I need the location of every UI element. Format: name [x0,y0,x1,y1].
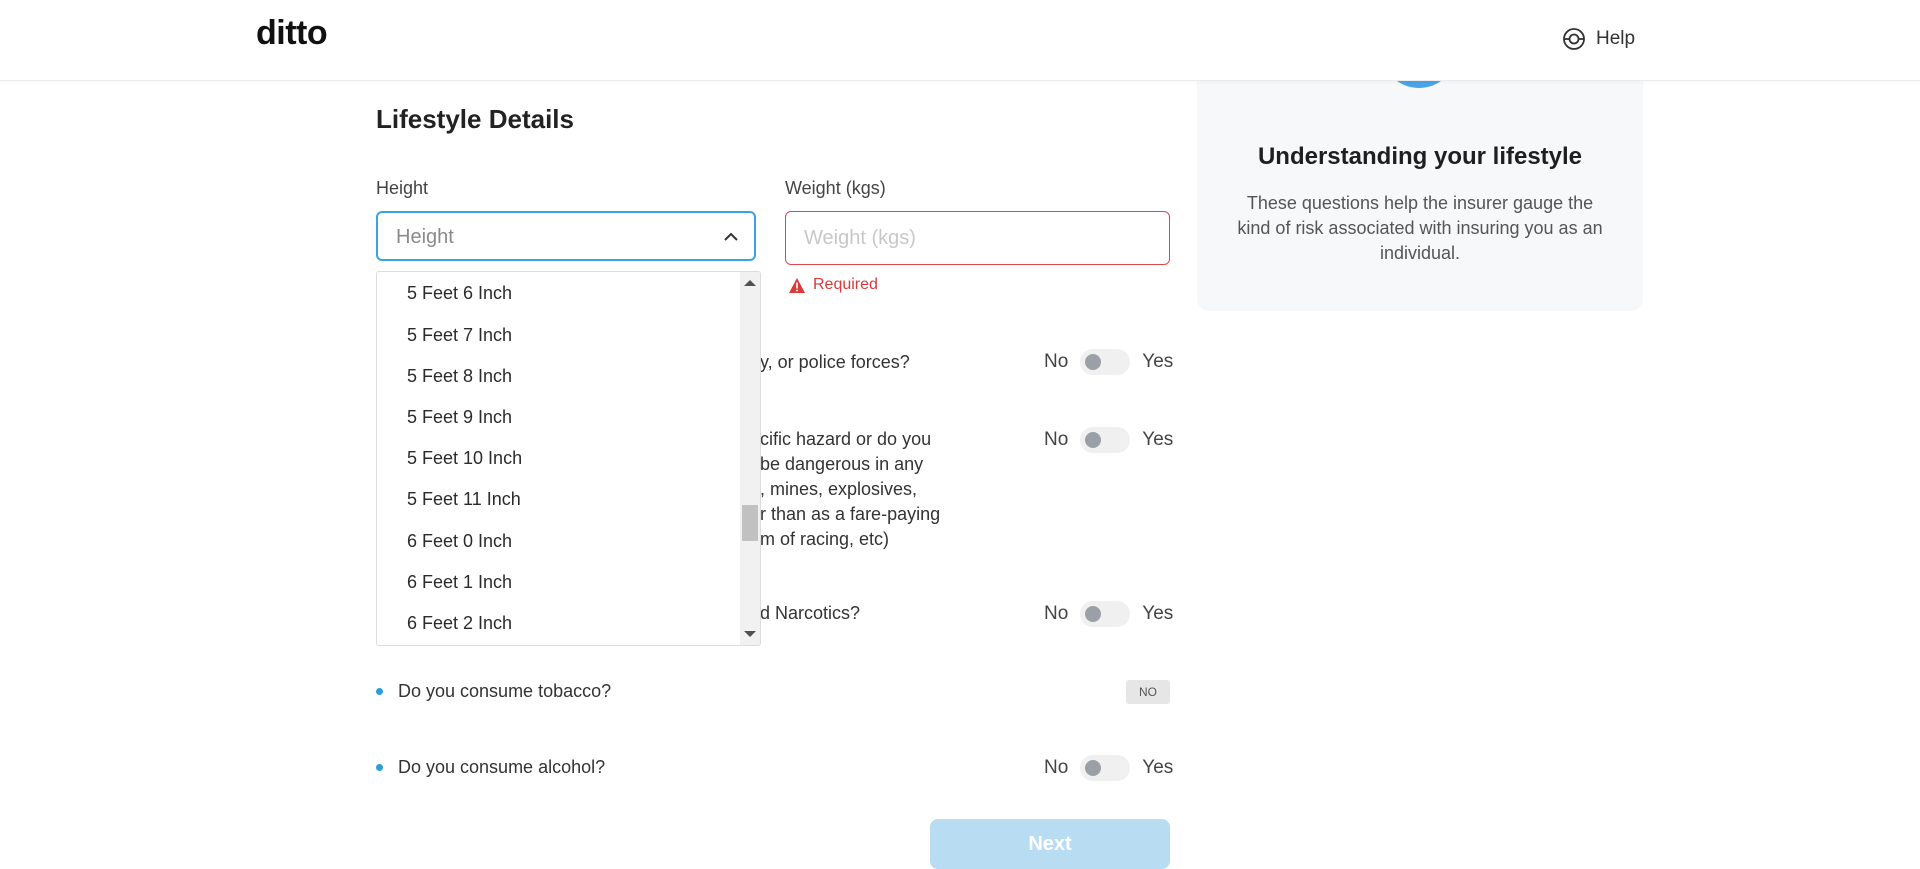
toggle-knob [1085,760,1102,776]
toggle-knob [1085,606,1102,622]
dropdown-option[interactable]: 6 Feet 2 Inch [407,613,512,634]
question-1-text: y, or police forces? [760,352,910,372]
question-1-toggle[interactable] [1080,349,1131,375]
weight-error: Required [789,276,878,294]
question-2-line: be dangerous in any [760,454,924,474]
info-card [1197,60,1643,311]
question-3-text: d Narcotics? [760,603,861,623]
height-label: Height [376,178,429,198]
top-header: ditto Help [0,0,1920,81]
dropdown-option[interactable]: 5 Feet 6 Inch [407,283,512,304]
info-card-title: Understanding your lifestyle [1257,143,1583,170]
height-dropdown-list[interactable]: 5 Feet 6 Inch 5 Feet 7 Inch 5 Feet 8 Inc… [376,271,761,646]
question-2-line: m of racing, etc) [760,529,890,549]
toggle-yes-label: Yes [1142,429,1174,450]
dropdown-option[interactable]: 5 Feet 7 Inch [407,325,512,346]
help-link[interactable]: Help [1562,27,1635,51]
weight-input[interactable]: Weight (kgs) [785,211,1170,265]
question-2-toggle-group: No Yes [1044,427,1173,453]
question-3-toggle[interactable] [1080,601,1131,627]
question-bullet [376,688,383,695]
dropdown-option[interactable]: 6 Feet 1 Inch [407,572,512,593]
dropdown-option[interactable]: 5 Feet 9 Inch [407,407,512,428]
help-label: Help [1596,28,1636,49]
dropdown-option[interactable]: 6 Feet 0 Inch [407,531,512,552]
weight-error-text: Required [813,276,878,293]
toggle-yes-label: Yes [1142,757,1174,778]
toggle-knob [1085,432,1102,448]
toggle-no-label: No [1044,429,1069,450]
help-lifebuoy-icon [1563,28,1585,50]
ditto-logo[interactable]: ditto [256,14,328,53]
height-select-placeholder: Height [396,226,454,248]
question-2-line: , mines, explosives, [760,479,918,499]
warning-icon [789,277,805,293]
scroll-up-arrow-icon[interactable] [744,280,756,286]
alcohol-question-text: Do you consume alcohol? [398,757,606,777]
toggle-no-label: No [1044,603,1069,624]
toggle-no-label: No [1044,757,1069,778]
question-2-text: cific hazard or do you be dangerous in a… [760,427,940,552]
toggle-yes-label: Yes [1142,351,1174,372]
tobacco-question-text: Do you consume tobacco? [398,681,612,701]
dropdown-option[interactable]: 5 Feet 8 Inch [407,366,512,387]
weight-input-placeholder: Weight (kgs) [804,227,916,249]
section-title: Lifestyle Details [376,104,574,134]
question-2-toggle[interactable] [1080,427,1131,453]
alcohol-toggle[interactable] [1080,755,1131,781]
toggle-knob [1085,354,1102,370]
question-2-line: cific hazard or do you [760,429,932,449]
question-1-toggle-group: No Yes [1044,349,1173,375]
next-button[interactable]: Next [930,819,1170,869]
toggle-yes-label: Yes [1142,603,1174,624]
question-3-toggle-group: No Yes [1044,601,1173,627]
alcohol-toggle-group: No Yes [1044,755,1173,781]
scrollbar-thumb[interactable] [742,505,758,541]
height-select[interactable]: Height [376,211,756,261]
chevron-up-icon [724,232,738,241]
question-bullet [376,764,383,771]
dropdown-option[interactable]: 5 Feet 10 Inch [407,448,522,469]
toggle-no-label: No [1044,351,1069,372]
dropdown-scrollbar[interactable] [740,272,760,645]
weight-label: Weight (kgs) [785,178,886,198]
tobacco-no-badge[interactable]: NO [1126,680,1170,704]
question-2-line: r than as a fare-paying [760,504,941,524]
info-card-description: These questions help the insurer gauge t… [1237,193,1603,263]
dropdown-option[interactable]: 5 Feet 11 Inch [407,489,521,510]
scroll-down-arrow-icon[interactable] [744,631,756,637]
